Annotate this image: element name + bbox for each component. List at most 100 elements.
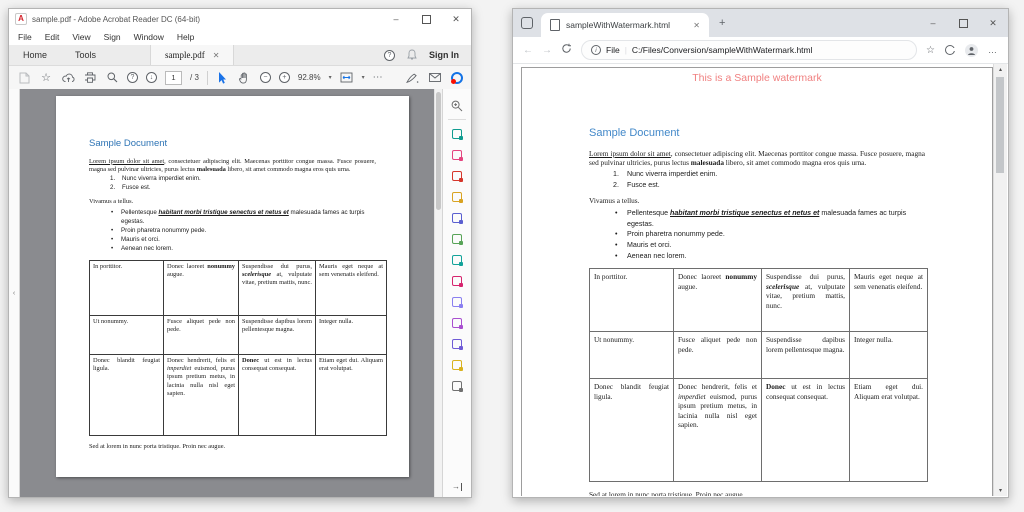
sign-in-button[interactable]: Sign In — [429, 50, 459, 60]
share-upload-icon[interactable] — [61, 70, 75, 86]
fit-width-icon[interactable] — [340, 70, 354, 86]
scroll-up-icon[interactable]: ▴ — [994, 66, 1007, 73]
fill-sign-icon[interactable] — [451, 274, 464, 287]
table-row: Donec blandit feugiat ligula. Donec hend… — [590, 379, 928, 482]
bullet-item: •Pellentesque habitant morbi tristique s… — [589, 208, 925, 229]
help-icon[interactable]: ? — [384, 50, 395, 61]
collections-icon[interactable] — [945, 45, 955, 55]
tools-sidebar: → — [442, 89, 471, 497]
tab-document[interactable]: sample.pdf ✕ — [150, 45, 234, 65]
table-row: In porttitor. Donec laoreet nonummy augu… — [590, 269, 928, 332]
sign-pen-icon[interactable] — [405, 70, 419, 86]
table-cell: Donec hendrerit, felis et imperdiet euis… — [164, 354, 239, 435]
select-tool-icon[interactable] — [216, 70, 230, 86]
create-pdf-icon[interactable] — [451, 169, 464, 182]
html-page: This is a Sample watermark Sample Docume… — [521, 67, 993, 496]
url-text: C:/Files/Conversion/sampleWithWatermark.… — [632, 45, 813, 55]
forward-icon[interactable]: → — [542, 45, 552, 56]
back-icon[interactable]: ← — [523, 45, 533, 56]
previous-view-icon[interactable]: ? — [127, 72, 138, 83]
table-cell: Suspendisse dapibus lorem pellentesque m… — [762, 332, 850, 379]
scheme-label: File — [606, 45, 620, 55]
menu-view[interactable]: View — [72, 32, 90, 42]
close-button[interactable]: ✕ — [978, 9, 1008, 37]
print-icon[interactable] — [83, 70, 97, 86]
menu-help[interactable]: Help — [177, 32, 194, 42]
compress-pdf-icon[interactable] — [451, 253, 464, 266]
adobe-services-icon[interactable] — [451, 72, 463, 84]
edge-window: sampleWithWatermark.html ✕ + – ✕ ← → i F… — [512, 8, 1009, 498]
menu-window[interactable]: Window — [134, 32, 164, 42]
acrobat-tab-bar: Home Tools sample.pdf ✕ ? Sign In — [9, 45, 471, 66]
new-tab-button[interactable]: + — [719, 17, 725, 29]
tab-tools[interactable]: Tools — [61, 45, 110, 65]
info-icon[interactable]: i — [591, 45, 601, 55]
navigation-pane-collapse[interactable]: ‹ — [9, 89, 20, 497]
table-row: In porttitor. Donec laoreet nonummy augu… — [90, 260, 387, 315]
open-tools-pane-icon[interactable]: → — [452, 483, 462, 491]
send-email-icon[interactable] — [428, 70, 442, 86]
scroll-down-icon[interactable]: ▾ — [994, 487, 1007, 494]
maximize-button[interactable] — [948, 9, 978, 37]
zoom-caret-icon[interactable]: ▾ — [329, 74, 332, 81]
minimize-button[interactable]: – — [918, 9, 948, 37]
table-cell: Suspendisse dui purus, scelerisque at, v… — [762, 269, 850, 332]
refresh-icon[interactable] — [561, 41, 572, 59]
ordered-list-item: 2.Fusce est. — [89, 184, 376, 193]
table-cell: Fusce aliquet pede non pede. — [164, 315, 239, 354]
close-button[interactable]: ✕ — [441, 9, 471, 29]
export-pdf-icon[interactable] — [451, 127, 464, 140]
menu-file[interactable]: File — [18, 32, 32, 42]
comment-icon[interactable] — [451, 190, 464, 203]
favorites-icon[interactable]: ☆ — [926, 45, 935, 56]
table-cell: Integer nulla. — [850, 332, 928, 379]
table-cell: Donec ut est in lectus consequat consequ… — [762, 379, 850, 482]
close-tab-icon[interactable]: ✕ — [693, 21, 700, 30]
stamp-icon[interactable] — [451, 316, 464, 329]
table-cell: Donec hendrerit, felis et imperdiet euis… — [674, 379, 762, 482]
certificates-icon[interactable] — [451, 337, 464, 350]
tab-actions-icon[interactable] — [521, 17, 533, 29]
table-cell: Ut nonummy. — [90, 315, 164, 354]
more-tools-ellipsis-icon[interactable]: ⋯ — [373, 72, 383, 83]
customize-icon[interactable] — [451, 379, 464, 392]
bullet-item: •Mauris et orci. — [589, 240, 925, 251]
browser-tab[interactable]: sampleWithWatermark.html ✕ — [541, 13, 709, 37]
search-icon[interactable] — [105, 70, 119, 86]
hand-tool-icon[interactable] — [238, 70, 252, 86]
zoom-level-select[interactable]: 92.8% — [298, 73, 321, 82]
settings-menu-icon[interactable]: … — [988, 45, 998, 55]
table-cell: Mauris eget neque at sem venenatis eleif… — [850, 269, 928, 332]
acrobat-toolbar: ☆ ? ↓ 1 / 3 − + 92.8% ▾ ▾ ⋯ — [9, 66, 471, 90]
maximize-button[interactable] — [411, 9, 441, 29]
combine-files-icon[interactable] — [451, 211, 464, 224]
zoom-in-icon[interactable]: + — [279, 72, 290, 83]
notifications-bell-icon[interactable] — [407, 49, 417, 62]
menu-edit[interactable]: Edit — [45, 32, 60, 42]
save-file-icon[interactable] — [17, 70, 31, 86]
more-tools-icon[interactable] — [451, 358, 464, 371]
browser-scrollbar[interactable]: ▴ ▾ — [993, 64, 1007, 496]
fit-caret-icon[interactable]: ▾ — [362, 74, 365, 81]
menu-sign[interactable]: Sign — [104, 32, 121, 42]
tab-home[interactable]: Home — [9, 45, 61, 65]
star-favorite-icon[interactable]: ☆ — [39, 70, 53, 86]
browser-viewport: This is a Sample watermark Sample Docume… — [514, 64, 1007, 496]
scrollbar-thumb[interactable] — [436, 92, 441, 210]
profile-avatar[interactable] — [965, 44, 978, 57]
zoom-out-icon[interactable]: − — [260, 72, 271, 83]
organize-pages-icon[interactable] — [451, 232, 464, 245]
search-tools-icon[interactable] — [451, 99, 464, 112]
minimize-button[interactable]: – — [381, 9, 411, 29]
page-number-input[interactable]: 1 — [165, 71, 182, 85]
protect-icon[interactable] — [451, 295, 464, 308]
table-cell: Donec blandit feugiat ligula. — [90, 354, 164, 435]
paragraph: Vivamus a tellus. — [89, 198, 376, 206]
table-cell: Ut nonummy. — [590, 332, 674, 379]
page-down-icon[interactable]: ↓ — [146, 72, 157, 83]
intro-paragraph: Lorem ipsum dolor sit amet, consectetuer… — [589, 149, 925, 168]
close-tab-icon[interactable]: ✕ — [213, 51, 220, 60]
edit-pdf-icon[interactable] — [451, 148, 464, 161]
url-field[interactable]: i File | C:/Files/Conversion/sampleWithW… — [581, 40, 917, 60]
scrollbar-thumb[interactable] — [996, 77, 1004, 173]
